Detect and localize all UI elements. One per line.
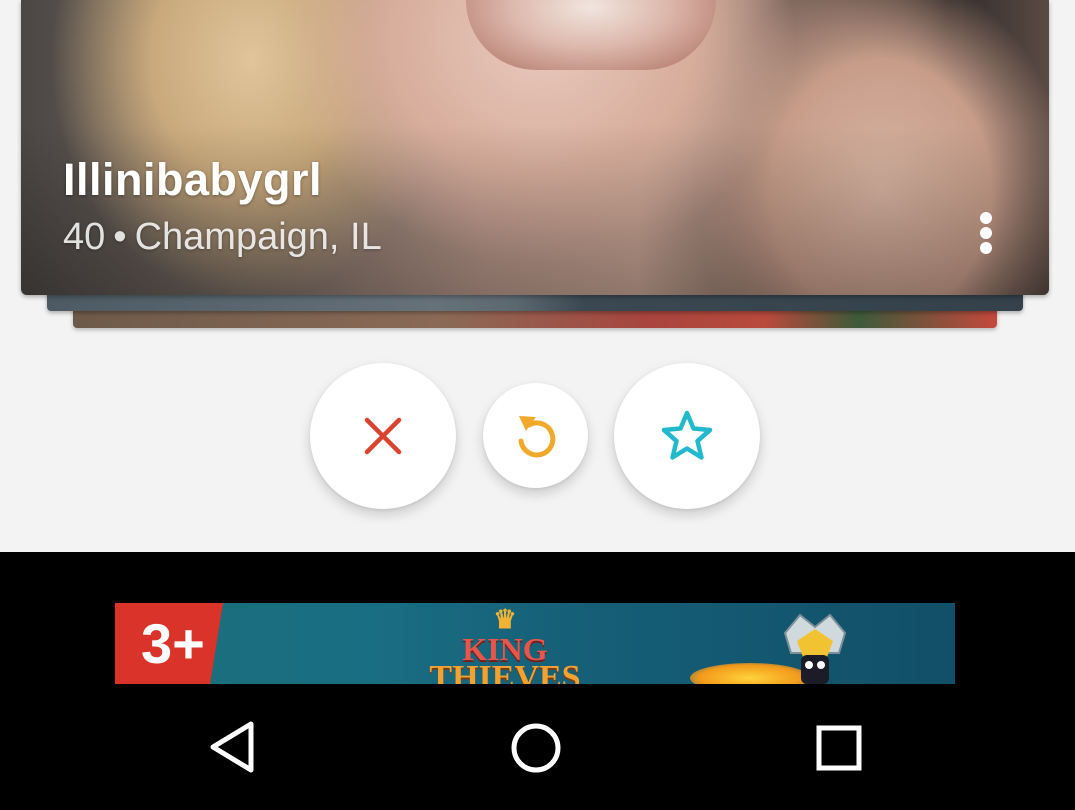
- profile-meta: 40 • Champaign, IL: [63, 216, 382, 259]
- back-triangle-icon[interactable]: [207, 720, 257, 774]
- rewind-icon: [518, 415, 555, 457]
- menu-dot: [980, 212, 992, 224]
- meta-separator: •: [113, 216, 127, 258]
- ad-banner[interactable]: 3+ ♛ KING THIEVES: [115, 603, 955, 684]
- star-icon: [661, 410, 713, 460]
- more-vertical-icon[interactable]: [976, 210, 996, 256]
- profile-age: 40: [63, 216, 106, 258]
- close-icon: [364, 417, 402, 455]
- profile-photo-detail: [466, 0, 716, 70]
- system-nav-bar: [0, 690, 1075, 810]
- app-screen: Illinibabygrl 40 • Champaign, IL: [0, 0, 1075, 552]
- photo-gradient: [21, 125, 1049, 295]
- ad-game-logo: ♛ KING THIEVES: [415, 603, 595, 684]
- recents-square-icon[interactable]: [816, 725, 862, 771]
- nope-button[interactable]: [310, 363, 456, 509]
- home-circle-icon[interactable]: [510, 722, 562, 774]
- profile-location: Champaign, IL: [134, 216, 382, 258]
- ad-character-icon: [783, 613, 847, 684]
- profile-card[interactable]: Illinibabygrl 40 • Champaign, IL: [21, 0, 1049, 295]
- menu-dot: [980, 227, 992, 239]
- rewind-button[interactable]: [483, 383, 588, 488]
- menu-dot: [980, 242, 992, 254]
- ad-title-line2: THIEVES: [429, 659, 581, 685]
- age-rating-badge: 3+: [115, 603, 223, 684]
- super-like-button[interactable]: [614, 363, 760, 509]
- profile-name: Illinibabygrl: [63, 154, 323, 205]
